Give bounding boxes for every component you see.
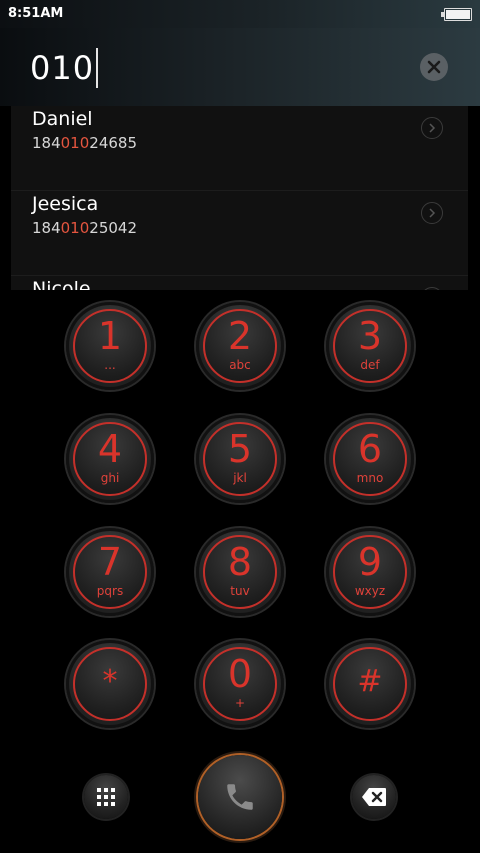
key-digit: 9 (357, 540, 383, 584)
key-hash[interactable]: # (326, 640, 414, 728)
contact-name: Nicole (32, 278, 91, 290)
keypad-toggle-button[interactable] (84, 775, 128, 819)
dial-number-input[interactable]: 010 (30, 48, 99, 88)
key-letters: wxyz (354, 584, 386, 598)
key-letters: pqrs (96, 584, 124, 598)
key-star[interactable]: * (66, 640, 154, 728)
status-time: 8:51AM (8, 6, 64, 21)
key-letters: abc (229, 358, 251, 372)
grid-icon (97, 788, 115, 806)
number-match: 010 (60, 134, 90, 152)
number-prefix: 184 (32, 219, 61, 237)
contact-number: 18401024685 (32, 134, 137, 152)
close-icon (427, 60, 441, 74)
key-8[interactable]: 8 tuv (196, 528, 284, 616)
key-digit: 0 (227, 652, 253, 696)
key-digit: 7 (97, 540, 123, 584)
key-0[interactable]: 0 + (196, 640, 284, 728)
key-digit: # (357, 664, 383, 699)
key-letters: tuv (230, 584, 250, 598)
contact-name: Daniel (32, 108, 93, 130)
key-letters: def (360, 358, 380, 372)
backspace-icon (362, 788, 386, 806)
key-1[interactable]: 1 ... (66, 302, 154, 390)
key-digit: 4 (97, 427, 123, 471)
chevron-right-icon (429, 208, 436, 218)
dialpad: 1 ... 2 abc 3 def 4 ghi 5 jkl 6 mno 7 pq… (0, 290, 480, 853)
key-letters: ghi (100, 471, 120, 485)
key-3[interactable]: 3 def (326, 302, 414, 390)
key-digit: 5 (227, 427, 253, 471)
key-letters: + (234, 696, 246, 710)
battery-icon (441, 8, 472, 21)
key-7[interactable]: 7 pqrs (66, 528, 154, 616)
key-letters: jkl (233, 471, 247, 485)
contact-row-nicole[interactable]: Nicole (11, 276, 468, 290)
key-digit: 2 (227, 314, 253, 358)
key-digit: 1 (97, 314, 123, 358)
key-digit: * (102, 664, 118, 699)
contact-number: 18401025042 (32, 219, 137, 237)
dial-input-bar: 010 (0, 28, 480, 106)
backspace-button[interactable] (352, 775, 396, 819)
phone-icon (227, 784, 253, 810)
contact-details-button[interactable] (421, 117, 443, 139)
key-2[interactable]: 2 abc (196, 302, 284, 390)
key-9[interactable]: 9 wxyz (326, 528, 414, 616)
status-bar: 8:51AM (0, 0, 480, 28)
contact-results-list: Daniel 18401024685 Jeesica 18401025042 N… (11, 106, 468, 290)
key-letters: ... (104, 358, 116, 372)
battery-level (446, 10, 470, 19)
number-prefix: 184 (32, 134, 61, 152)
key-letters: mno (356, 471, 384, 485)
number-suffix: 24685 (89, 134, 137, 152)
key-digit: 8 (227, 540, 253, 584)
key-5[interactable]: 5 jkl (196, 415, 284, 503)
key-digit: 6 (357, 427, 383, 471)
key-6[interactable]: 6 mno (326, 415, 414, 503)
key-digit: 3 (357, 314, 383, 358)
contact-row-jeesica[interactable]: Jeesica 18401025042 (11, 191, 468, 275)
contact-details-button[interactable] (421, 202, 443, 224)
number-match: 010 (60, 219, 90, 237)
contact-row-daniel[interactable]: Daniel 18401024685 (11, 106, 468, 190)
number-suffix: 25042 (89, 219, 137, 237)
contact-name: Jeesica (32, 193, 99, 215)
key-4[interactable]: 4 ghi (66, 415, 154, 503)
call-button[interactable] (198, 755, 282, 839)
chevron-right-icon (429, 123, 436, 133)
clear-input-button[interactable] (420, 53, 448, 81)
